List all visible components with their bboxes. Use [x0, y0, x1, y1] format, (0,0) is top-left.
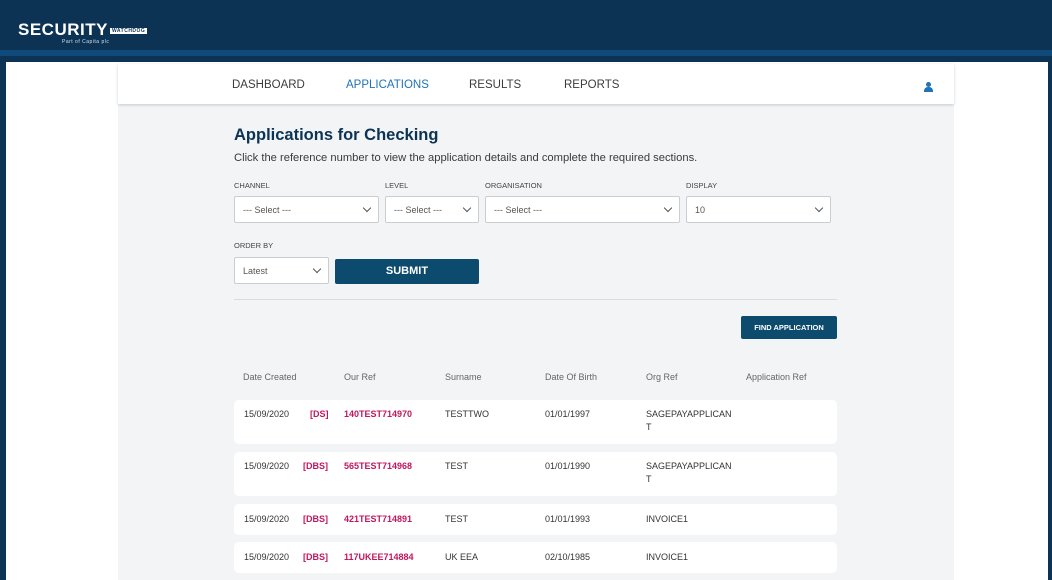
- page-title: Applications for Checking: [234, 126, 439, 144]
- date-of-birth: 01/01/1990: [545, 461, 591, 471]
- chevron-down-icon: [362, 203, 372, 213]
- date-of-birth: 02/10/1985: [545, 552, 591, 562]
- channel-label: CHANNEL: [234, 181, 270, 190]
- chevron-down-icon: [814, 203, 824, 213]
- organisation-value: --- Select ---: [494, 205, 542, 215]
- nav-reports[interactable]: REPORTS: [564, 79, 619, 91]
- window-border: [1048, 62, 1052, 580]
- surname: TEST: [445, 514, 469, 524]
- chevron-down-icon: [312, 264, 322, 274]
- table-row: 15/09/2020 [DS] 140TEST714970 TESTTWO 01…: [234, 400, 837, 444]
- logo-text: SECURITY: [18, 20, 108, 39]
- level-value: --- Select ---: [394, 205, 442, 215]
- header-surname[interactable]: Surname: [445, 372, 482, 382]
- user-icon[interactable]: [924, 82, 933, 92]
- level-select[interactable]: --- Select ---: [385, 196, 479, 223]
- date-of-birth: 01/01/1993: [545, 514, 591, 524]
- table-row: 15/09/2020 [DBS] 565TEST714968 TEST 01/0…: [234, 452, 837, 496]
- check-type-tag: [DBS]: [303, 552, 328, 562]
- header-org-ref[interactable]: Org Ref: [646, 372, 678, 382]
- our-ref-link[interactable]: 421TEST714891: [344, 513, 412, 526]
- table-row: 15/09/2020 [DBS] 117UKEE714884 UK EEA 02…: [234, 542, 837, 573]
- organisation-select[interactable]: --- Select ---: [485, 196, 680, 223]
- our-ref-link[interactable]: 140TEST714970: [344, 408, 412, 421]
- brand-logo[interactable]: SECURITY WATCHDOG Part of Capita plc: [18, 20, 148, 45]
- main-nav: DASHBOARD APPLICATIONS RESULTS REPORTS: [118, 64, 954, 104]
- channel-select[interactable]: --- Select ---: [234, 196, 379, 223]
- top-header: SECURITY WATCHDOG Part of Capita plc: [0, 8, 1052, 56]
- date-created: 15/09/2020: [244, 461, 290, 471]
- chevron-down-icon: [462, 203, 472, 213]
- org-ref: INVOICE1: [646, 514, 689, 524]
- header-application-ref[interactable]: Application Ref: [746, 372, 807, 382]
- check-type-tag: [DS]: [310, 409, 329, 419]
- org-ref-wrap: T: [646, 474, 652, 484]
- order-by-label: ORDER BY: [234, 241, 274, 250]
- header-our-ref[interactable]: Our Ref: [344, 372, 376, 382]
- surname: TESTTWO: [445, 409, 489, 419]
- display-value: 10: [695, 205, 706, 215]
- date-created: 15/09/2020: [244, 552, 290, 562]
- header-date-of-birth[interactable]: Date Of Birth: [545, 372, 597, 382]
- org-ref: SAGEPAYAPPLICAN: [646, 461, 732, 471]
- page-subtitle: Click the reference number to view the a…: [234, 152, 698, 164]
- date-of-birth: 01/01/1997: [545, 409, 591, 419]
- date-created: 15/09/2020: [244, 514, 290, 524]
- check-type-tag: [DBS]: [303, 461, 328, 471]
- submit-button[interactable]: SUBMIT: [335, 259, 479, 284]
- logo-tagline: Part of Capita plc: [62, 39, 110, 45]
- channel-value: --- Select ---: [243, 205, 291, 215]
- divider: [234, 299, 837, 300]
- order-by-value: Latest: [243, 266, 268, 276]
- display-select[interactable]: 10: [686, 196, 831, 223]
- check-type-tag: [DBS]: [303, 514, 328, 524]
- order-by-select[interactable]: Latest: [234, 257, 329, 284]
- nav-applications[interactable]: APPLICATIONS: [346, 79, 429, 91]
- nav-results[interactable]: RESULTS: [469, 79, 521, 91]
- our-ref-link[interactable]: 117UKEE714884: [344, 551, 414, 564]
- org-ref: INVOICE1: [646, 552, 689, 562]
- level-label: LEVEL: [385, 181, 409, 190]
- nav-dashboard[interactable]: DASHBOARD: [232, 79, 305, 91]
- chevron-down-icon: [663, 203, 673, 213]
- org-ref: SAGEPAYAPPLICAN: [646, 409, 732, 419]
- table-row: 15/09/2020 [DBS] 421TEST714891 TEST 01/0…: [234, 504, 837, 535]
- find-application-button[interactable]: FIND APPLICATION: [741, 316, 837, 339]
- org-ref-wrap: T: [646, 422, 652, 432]
- logo-badge: WATCHDOG: [109, 27, 148, 34]
- display-label: DISPLAY: [686, 181, 718, 190]
- date-created: 15/09/2020: [244, 409, 290, 419]
- surname: TEST: [445, 461, 469, 471]
- organisation-label: ORGANISATION: [485, 181, 542, 190]
- surname: UK EEA: [445, 552, 479, 562]
- our-ref-link[interactable]: 565TEST714968: [344, 460, 412, 473]
- header-date-created[interactable]: Date Created: [243, 372, 297, 382]
